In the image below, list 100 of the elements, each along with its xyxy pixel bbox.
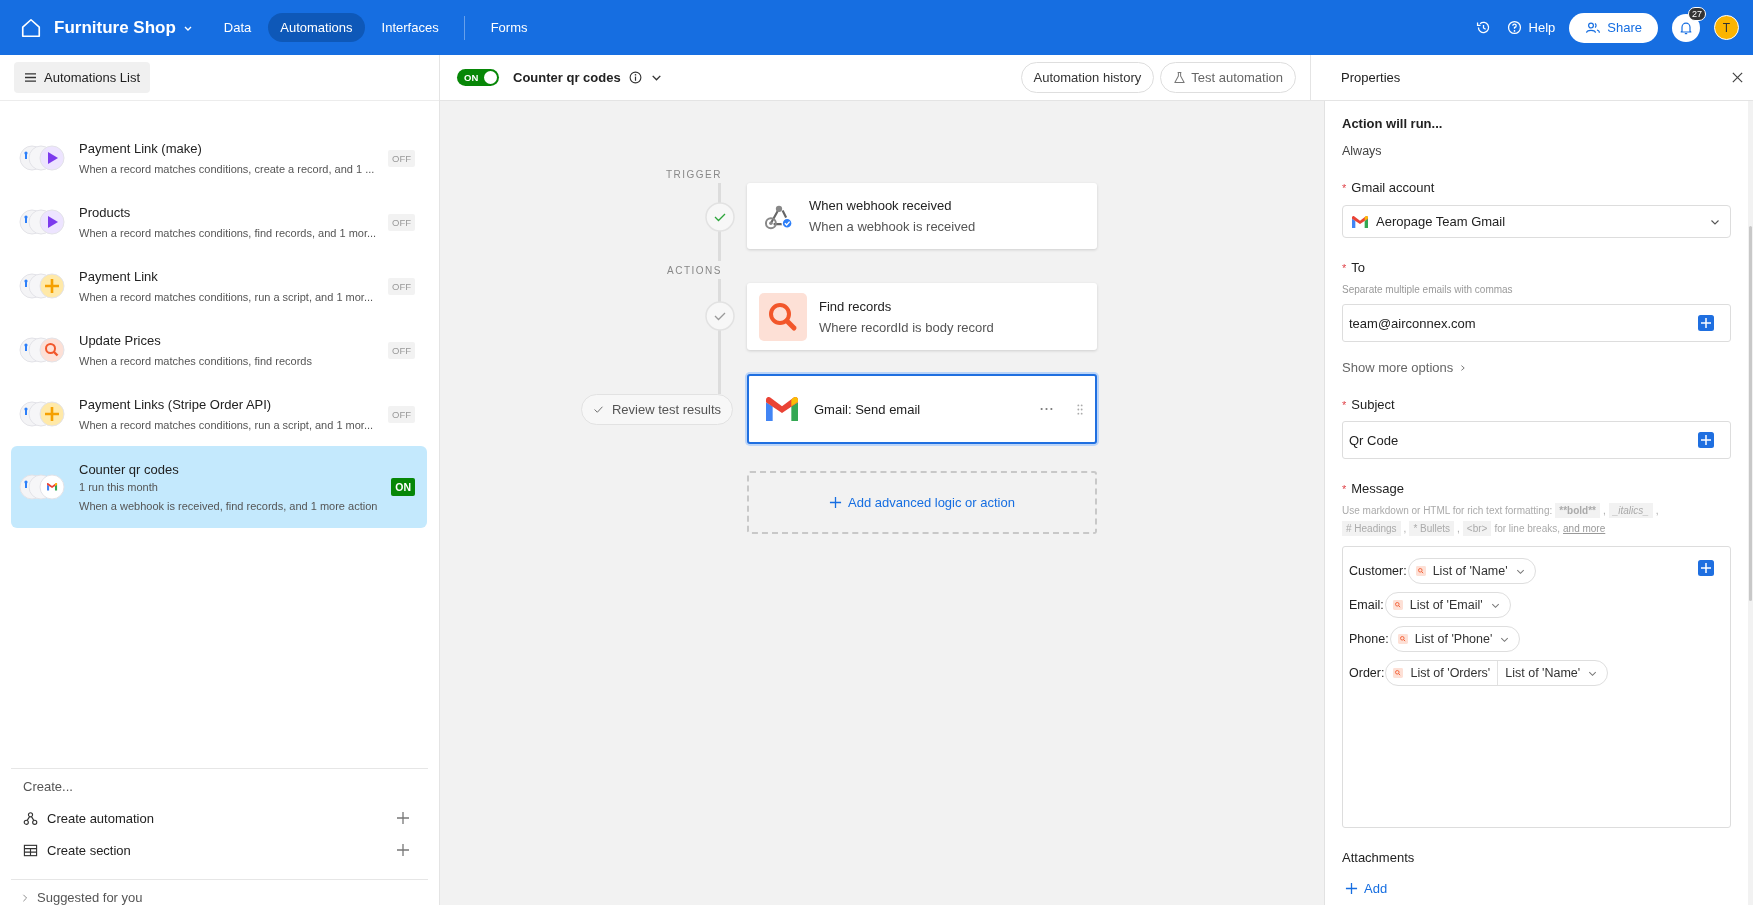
field-label: Attachments xyxy=(1342,850,1416,865)
status-tag: ON xyxy=(391,478,415,496)
automation-item[interactable]: Products When a record matches conditions, find records, and 1 mor... OFF xyxy=(11,190,427,254)
automation-description: When a webhook is received, find records, and 1 more action xyxy=(79,500,379,512)
automations-list-button[interactable]: Automations List xyxy=(14,62,151,93)
automation-description: When a record matches conditions, find records xyxy=(79,355,313,367)
share-button[interactable]: Share xyxy=(1569,12,1658,43)
search-icon xyxy=(1393,668,1404,678)
panel-title: Properties xyxy=(1341,70,1401,85)
field-label: Subject xyxy=(1351,397,1395,412)
info-icon[interactable] xyxy=(628,71,642,84)
automation-name: Payment Link (make) xyxy=(79,141,203,156)
account-select[interactable]: Aeropage Team Gmail xyxy=(1342,205,1731,238)
nav-tab[interactable]: Forms xyxy=(478,13,540,42)
check-icon xyxy=(592,404,604,415)
close-icon[interactable] xyxy=(1731,71,1744,84)
status-tag: OFF xyxy=(388,149,415,167)
create-item[interactable]: Create section xyxy=(23,842,131,858)
automation-item[interactable]: Payment Link (make) When a record matches conditions, create a record, and 1 ... OFF xyxy=(11,126,427,190)
toggle-switch[interactable]: ON xyxy=(457,69,499,86)
chevron-right-icon xyxy=(21,892,29,903)
search-icon xyxy=(759,292,807,341)
code-sample: # Headings xyxy=(1342,521,1401,536)
drag-handle-icon[interactable] xyxy=(1077,403,1083,415)
create-heading: Create... xyxy=(23,779,74,794)
automation-description: When a record matches conditions, run a script, and 1 mor... xyxy=(79,419,375,431)
suggested-toggle[interactable]: Suggested for you xyxy=(11,879,428,905)
add-action-button[interactable]: Add advanced logic or action xyxy=(747,471,1097,534)
test-button[interactable]: Test automation xyxy=(1160,62,1296,93)
step-card[interactable]: Gmail: Send email xyxy=(747,374,1097,444)
to-field[interactable]: team@airconnex.com xyxy=(1342,304,1731,342)
hint-text: , xyxy=(1602,505,1606,516)
automation-item[interactable]: Payment Links (Stripe Order API) When a record matches conditions, run a script, and 1 mor... OFF xyxy=(11,382,427,446)
gmail-icon xyxy=(1352,215,1368,228)
more-icon[interactable] xyxy=(1040,407,1053,411)
field-token[interactable]: List of 'Email' xyxy=(1384,592,1511,618)
scrollbar-thumb[interactable] xyxy=(1749,226,1752,601)
hint-text: , xyxy=(1403,523,1407,534)
notifications-button[interactable] xyxy=(1672,13,1700,42)
add-attachment-button[interactable]: Add xyxy=(1345,881,1388,896)
step-title: When webhook received xyxy=(809,198,953,213)
history-icon[interactable] xyxy=(1474,19,1492,36)
code-sample: _italics_ xyxy=(1608,503,1653,518)
nav-tab[interactable]: Automations xyxy=(268,13,365,42)
gmail-icon xyxy=(19,474,65,500)
show-more-link[interactable]: Show more options xyxy=(1342,360,1468,375)
automation-description: When a record matches conditions, find records, and 1 mor... xyxy=(79,227,378,239)
home-icon[interactable] xyxy=(20,16,42,39)
insert-button[interactable] xyxy=(1698,315,1714,331)
step-title: Gmail: Send email xyxy=(814,401,922,417)
field-value: Always xyxy=(1342,144,1383,158)
plus-icon[interactable] xyxy=(396,843,410,857)
field-label: To xyxy=(1351,260,1365,275)
status-tag: OFF xyxy=(388,277,415,295)
automation-item[interactable]: Update Prices When a record matches conditions, find records OFF xyxy=(11,318,427,382)
play-icon xyxy=(19,145,65,171)
insert-button[interactable] xyxy=(1698,432,1714,448)
plus-icon xyxy=(1345,882,1358,895)
insert-button[interactable] xyxy=(1698,560,1714,576)
automation-item[interactable]: Payment Link When a record matches conditions, run a script, and 1 mor... OFF xyxy=(11,254,427,318)
nodes-icon xyxy=(23,810,38,826)
review-results-button[interactable]: Review test results xyxy=(581,394,733,425)
message-text: Email: xyxy=(1349,598,1384,612)
step-description: When a webhook is received xyxy=(809,219,977,234)
automation-name: Payment Link xyxy=(79,269,159,284)
create-item[interactable]: Create automation xyxy=(23,810,154,826)
message-text: Customer: xyxy=(1349,564,1407,578)
nav-tab[interactable]: Interfaces xyxy=(369,13,451,42)
gmail-icon xyxy=(766,397,798,421)
automation-name: Payment Links (Stripe Order API) xyxy=(79,397,273,412)
section-label: ACTIONS xyxy=(667,265,722,276)
field-token[interactable]: List of 'Phone' xyxy=(1389,626,1521,652)
app-name-menu[interactable]: Furniture Shop xyxy=(54,17,194,38)
field-token[interactable]: List of 'Orders' List of 'Name' xyxy=(1385,660,1609,686)
field-label: Message xyxy=(1351,481,1405,496)
flask-icon xyxy=(1173,71,1187,84)
code-sample: * Bullets xyxy=(1409,521,1455,536)
field-label: Action will run... xyxy=(1342,116,1444,131)
nav-tab[interactable]: Data xyxy=(211,13,264,42)
subject-field[interactable]: Qr Code xyxy=(1342,421,1731,459)
user-avatar[interactable]: T xyxy=(1714,15,1739,40)
required-mark: * xyxy=(1342,181,1347,194)
search-icon xyxy=(19,337,65,363)
automation-name: Counter qr codes xyxy=(79,462,180,477)
message-editor[interactable]: Customer: List of 'Name' Email: List of 'Email' Phone: List of 'Phone' Order: List of 'Orders' List of 'Name' xyxy=(1342,546,1731,828)
step-card[interactable]: Find records Where recordId is body record xyxy=(747,283,1097,350)
menu-icon xyxy=(24,72,37,83)
hint-text: for line breaks, xyxy=(1494,523,1560,534)
step-card[interactable]: When webhook received When a webhook is received xyxy=(747,183,1097,249)
search-icon xyxy=(1415,566,1426,576)
field-label: Gmail account xyxy=(1351,180,1435,195)
plus-icon[interactable] xyxy=(396,811,410,825)
help-button[interactable]: Help xyxy=(1505,19,1556,36)
field-token[interactable]: List of 'Name' xyxy=(1407,558,1536,584)
hint-text: , xyxy=(1655,505,1659,516)
status-tag: OFF xyxy=(388,213,415,231)
history-button[interactable]: Automation history xyxy=(1020,62,1155,93)
automation-item[interactable]: Counter qr codes 1 run this month When a webhook is received, find records, and 1 more action ON xyxy=(11,446,427,528)
automation-name: Update Prices xyxy=(79,333,162,348)
step-title: Find records xyxy=(819,298,893,314)
